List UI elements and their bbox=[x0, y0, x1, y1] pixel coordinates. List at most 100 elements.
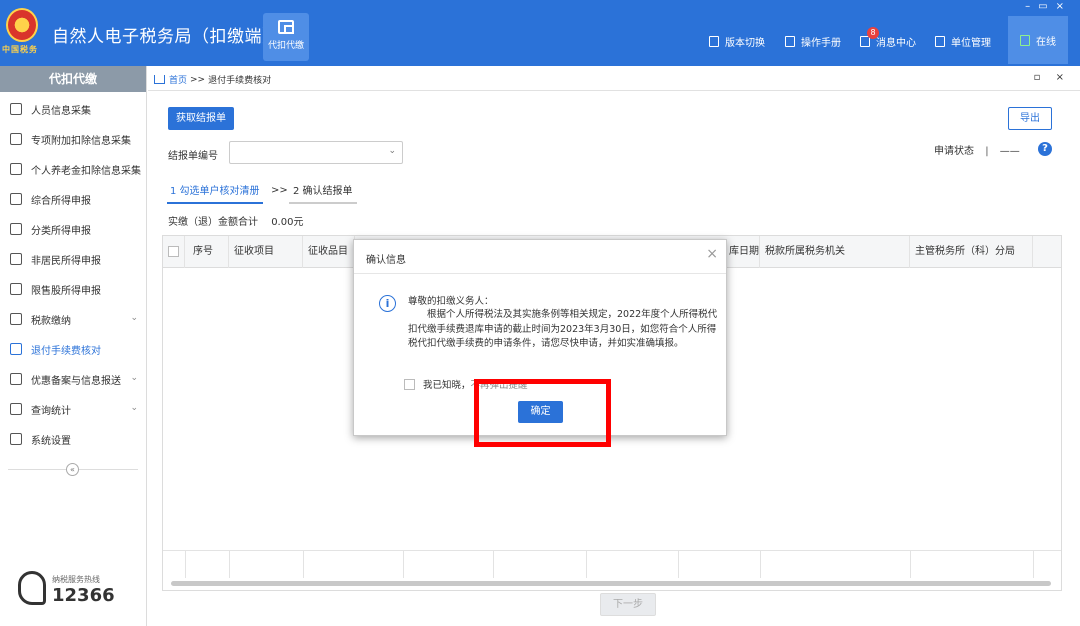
col-header: 库日期 bbox=[728, 236, 760, 268]
status-divider: | bbox=[985, 146, 989, 157]
nav-label: 单位管理 bbox=[951, 38, 991, 49]
sidebar-item-restricted-shares[interactable]: 限售股所得申报 bbox=[0, 274, 146, 304]
apply-status-label: 申请状态 bbox=[934, 146, 974, 157]
pie-icon bbox=[10, 223, 22, 235]
chevron-down-icon: ⌄ bbox=[130, 373, 138, 383]
close-window-icon[interactable]: × bbox=[1056, 1, 1072, 12]
select-all-checkbox[interactable] bbox=[168, 245, 179, 257]
step-select-checklist[interactable]: 1 勾选单户核对清册 bbox=[167, 182, 263, 204]
breadcrumb-separator: >> bbox=[190, 74, 206, 85]
dont-remind-checkbox[interactable] bbox=[404, 378, 415, 390]
sidebar-item-person-info[interactable]: 人员信息采集 bbox=[0, 94, 146, 124]
minimize-icon[interactable]: – bbox=[1025, 1, 1038, 12]
query-icon bbox=[10, 403, 22, 415]
sidebar-item-query-stats[interactable]: 查询统计 ⌄ bbox=[0, 394, 146, 424]
gear-icon bbox=[10, 433, 22, 445]
sidebar-item-label: 分类所得申报 bbox=[31, 225, 91, 237]
sidebar-item-label: 非居民所得申报 bbox=[31, 255, 101, 267]
wallet-icon bbox=[278, 20, 294, 34]
nav-label: 操作手册 bbox=[801, 38, 841, 49]
manual-icon bbox=[785, 36, 795, 47]
sidebar-item-label: 查询统计 bbox=[31, 405, 71, 417]
sidebar-item-label: 综合所得申报 bbox=[31, 195, 91, 207]
dialog-title: 确认信息 bbox=[366, 255, 406, 266]
sidebar-item-comprehensive-income[interactable]: 综合所得申报 bbox=[0, 184, 146, 214]
tab-controls[interactable]: ▫ × bbox=[1034, 72, 1070, 83]
total-amount-label: 实缴（退）金额合计 bbox=[168, 217, 258, 228]
person-outline-icon bbox=[10, 253, 22, 265]
export-button[interactable]: 导出 bbox=[1008, 107, 1052, 130]
step-confirm-report[interactable]: 2 确认结报单 bbox=[289, 182, 357, 204]
col-divider bbox=[229, 550, 230, 578]
sidebar-item-nonresident-income[interactable]: 非居民所得申报 bbox=[0, 244, 146, 274]
col-header: 征收项目 bbox=[229, 236, 303, 268]
sidebar-item-label: 系统设置 bbox=[31, 435, 71, 447]
switch-icon bbox=[709, 36, 719, 47]
select-all-cell bbox=[163, 236, 185, 268]
maximize-icon[interactable]: ▭ bbox=[1038, 1, 1055, 12]
app-title: 自然人电子税务局（扣缴端） bbox=[52, 27, 280, 47]
breadcrumb-current: 退付手续费核对 bbox=[208, 76, 272, 86]
module-tile-withholding[interactable]: 代扣代缴 bbox=[263, 13, 309, 61]
nav-version-switch[interactable]: 版本切换 bbox=[709, 34, 765, 49]
dialog-divider bbox=[354, 273, 726, 274]
sidebar-item-special-deduction[interactable]: 专项附加扣除信息采集 bbox=[0, 124, 146, 154]
sidebar-item-label: 人员信息采集 bbox=[31, 105, 91, 117]
nav-label: 版本切换 bbox=[725, 38, 765, 49]
collapse-sidebar-button[interactable]: « bbox=[66, 463, 79, 476]
hotline-number: 12366 bbox=[52, 585, 115, 606]
nav-unit-management[interactable]: 单位管理 bbox=[935, 34, 991, 49]
message-icon: 8 bbox=[860, 27, 879, 47]
sidebar-item-label: 税款缴纳 bbox=[31, 315, 71, 327]
total-amount-value: 0.00元 bbox=[271, 217, 304, 228]
report-number-select[interactable]: ⌄ bbox=[229, 141, 403, 164]
emblem-caption: 中国税务 bbox=[2, 45, 38, 54]
fetch-report-button[interactable]: 获取结报单 bbox=[168, 107, 234, 130]
sidebar-item-system-settings[interactable]: 系统设置 bbox=[0, 424, 146, 454]
message-count-badge: 8 bbox=[867, 27, 879, 39]
wallet-icon bbox=[10, 313, 22, 325]
col-divider bbox=[678, 550, 679, 578]
sidebar-item-pension-deduction[interactable]: 个人养老金扣除信息采集 bbox=[0, 154, 146, 184]
building-icon bbox=[935, 36, 945, 47]
col-header: 征收品目 bbox=[303, 236, 355, 268]
online-status[interactable]: 在线 bbox=[1008, 16, 1068, 64]
sidebar-item-tax-payment[interactable]: 税款缴纳 ⌄ bbox=[0, 304, 146, 334]
highlight-annotation-box bbox=[474, 379, 611, 447]
chevron-down-icon: ⌄ bbox=[130, 403, 138, 413]
horizontal-scrollbar[interactable] bbox=[171, 581, 1051, 586]
refund-icon bbox=[10, 343, 22, 355]
col-divider bbox=[1033, 550, 1034, 578]
sidebar-item-label: 优惠备案与信息报送 bbox=[31, 375, 121, 387]
sidebar-item-label: 退付手续费核对 bbox=[31, 345, 101, 357]
total-amount: 实缴（退）金额合计 0.00元 bbox=[168, 213, 303, 228]
breadcrumb-home-link[interactable]: 首页 bbox=[169, 73, 187, 86]
col-divider bbox=[760, 550, 761, 578]
nav-message-center[interactable]: 8 消息中心 bbox=[860, 27, 916, 49]
nav-manual[interactable]: 操作手册 bbox=[785, 34, 841, 49]
online-label: 在线 bbox=[1036, 36, 1056, 48]
monitor-icon bbox=[1020, 34, 1030, 46]
tax-emblem-logo bbox=[6, 8, 38, 42]
file-icon bbox=[10, 373, 22, 385]
next-step-button[interactable]: 下一步 bbox=[600, 593, 656, 616]
col-header: 序号 bbox=[185, 236, 229, 268]
layers-icon bbox=[10, 193, 22, 205]
sidebar-item-label: 专项附加扣除信息采集 bbox=[31, 135, 131, 147]
sidebar-item-classified-income[interactable]: 分类所得申报 bbox=[0, 214, 146, 244]
sidebar: 代扣代缴 人员信息采集 专项附加扣除信息采集 个人养老金扣除信息采集 综合所得申… bbox=[0, 66, 147, 626]
help-icon[interactable]: ? bbox=[1038, 142, 1052, 156]
apply-status-value: —— bbox=[999, 146, 1020, 157]
report-number-label: 结报单编号 bbox=[168, 151, 218, 162]
home-icon bbox=[154, 75, 165, 84]
nav-label: 消息中心 bbox=[876, 38, 916, 49]
info-icon: i bbox=[379, 295, 396, 312]
close-icon[interactable]: × bbox=[706, 246, 718, 262]
sidebar-header: 代扣代缴 bbox=[0, 66, 146, 92]
col-divider bbox=[586, 550, 587, 578]
apply-status: 申请状态 | —— bbox=[934, 142, 1020, 157]
sidebar-item-refund-fee[interactable]: 退付手续费核对 bbox=[0, 334, 146, 364]
window-controls: –▭× bbox=[1025, 1, 1072, 12]
col-divider bbox=[910, 550, 911, 578]
sidebar-item-preferential-filing[interactable]: 优惠备案与信息报送 ⌄ bbox=[0, 364, 146, 394]
